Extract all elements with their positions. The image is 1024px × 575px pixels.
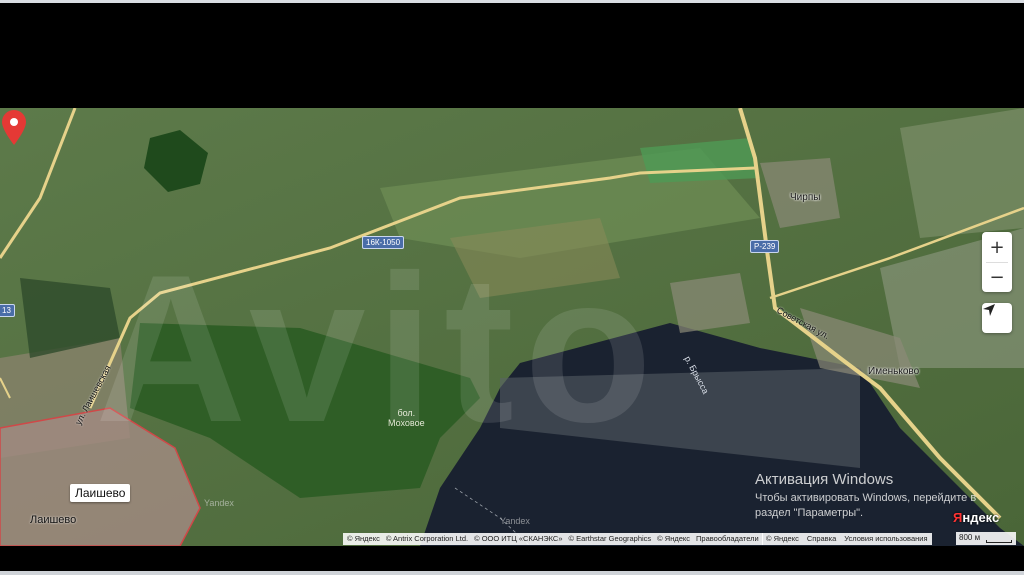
attribution-bar-right: © Яндекс Справка Условия использования: [762, 533, 932, 545]
satellite-map[interactable]: Avito 16К-1050 Р-239 13 Чирпы Именьково …: [0, 108, 1024, 546]
road-badge-r-239: Р-239: [750, 240, 780, 253]
tile-mark: Yandex: [500, 516, 530, 526]
field-area: [900, 108, 1024, 238]
activation-line-1: Чтобы активировать Windows, перейдите в: [755, 492, 977, 504]
marsh-mokhovoe: бол. Моховое: [388, 408, 425, 428]
bottom-black-band: [0, 546, 1024, 575]
map-pin-icon[interactable]: [0, 108, 28, 146]
attribution-item: © Earthstar Geographics: [568, 534, 652, 543]
top-black-band: [0, 0, 1024, 108]
rights-holders-link[interactable]: Правообладатели: [696, 534, 759, 544]
zoom-in-button[interactable]: +: [982, 232, 1012, 262]
attribution-item: © ООО ИТЦ «СКАНЭКС»: [474, 534, 563, 543]
map-scale: 800 м: [956, 532, 1016, 545]
village-area: [670, 273, 750, 333]
zoom-control: + −: [982, 232, 1012, 292]
help-link[interactable]: Справка: [807, 534, 836, 544]
terms-link[interactable]: Условия использования: [844, 534, 927, 544]
top-edge: [0, 0, 1024, 3]
scale-label: 800 м: [959, 533, 981, 542]
road-badge-16k-1050: 16К-1050: [362, 236, 405, 249]
attribution-item[interactable]: © Яндекс: [347, 534, 380, 544]
road-badge-13: 13: [0, 304, 15, 317]
pin-sub-label: Лаишево: [30, 514, 77, 526]
activation-title: Активация Windows: [755, 471, 894, 488]
pin-label[interactable]: Лаишево: [70, 484, 131, 502]
place-imenkovo[interactable]: Именьково: [868, 366, 919, 377]
navigation-arrow-icon: [983, 304, 995, 316]
attribution-item: © Antrix Corporation Ltd.: [385, 534, 469, 543]
avito-watermark: Avito: [95, 231, 663, 466]
activation-line-2: раздел "Параметры".: [755, 507, 864, 519]
yandex-copyright-link[interactable]: © Яндекс: [766, 534, 799, 544]
scale-bar: [986, 540, 1012, 543]
windows-activation-notice: Активация Windows Чтобы активировать Win…: [755, 471, 976, 521]
attribution-item: © Яндекс: [657, 534, 691, 543]
place-chirpy[interactable]: Чирпы: [790, 192, 820, 203]
zoom-out-button[interactable]: −: [982, 262, 1012, 292]
yandex-logo[interactable]: Яндекс: [953, 510, 999, 525]
tile-mark: Yandex: [204, 498, 234, 508]
attribution-bar: © Яндекс © Antrix Corporation Ltd. © ООО…: [343, 533, 763, 545]
bottom-edge: [0, 571, 1024, 575]
locate-button[interactable]: [982, 303, 1012, 333]
